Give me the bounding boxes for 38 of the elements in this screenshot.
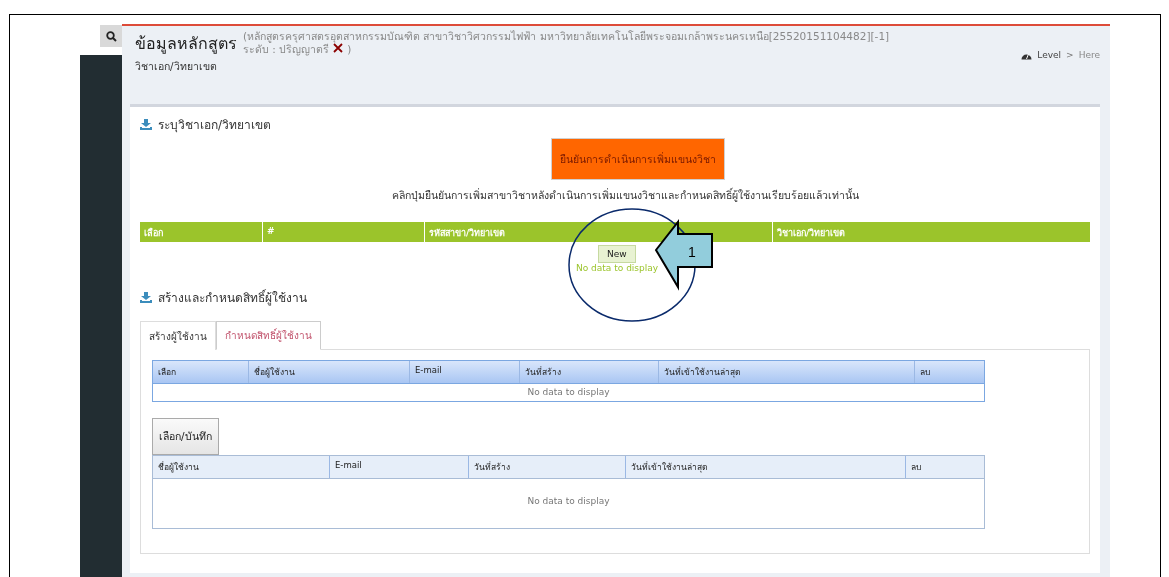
page-subtitle: วิชาเอก/วิทยาเขต <box>135 59 218 74</box>
breadcrumb-item[interactable]: Level <box>1037 50 1062 60</box>
column-header: E-mail <box>410 361 520 383</box>
column-header: เลือก <box>140 222 263 244</box>
breadcrumb-separator: > <box>1066 50 1074 60</box>
download-icon <box>140 292 152 303</box>
column-header: เลือก <box>153 361 249 383</box>
course-detail: (หลักสูตรครุศาสตรอุตสาหกรรมบัณฑิต สาขาวิชาวิศวกรรมไฟฟ้า มหาวิทยาลัยเทคโนโลยีพระจอมเกล้าพระนครเหนือ[25520151104482][-1] <box>243 30 890 42</box>
column-header: วันที่เข้าใช้งานล่าสุด <box>626 456 906 478</box>
instruction-text: คลิกปุ่มยืนยันการเพิ่มสาขาวิชาหลังดำเนินการเพิ่มแขนงวิชาและกำหนดสิทธิ์ผู้ใช้งานเรียบร้อยแล้วเท่านั้น <box>390 187 860 204</box>
column-header: ลบ <box>910 461 922 474</box>
empty-message: No data to display <box>526 386 611 399</box>
section-heading: ระบุวิชาเอก/วิทยาเขต <box>158 117 272 134</box>
tab[interactable]: สร้างผู้ใช้งาน <box>140 321 216 350</box>
empty-message: No data to display <box>576 263 659 273</box>
search-icon <box>105 30 117 42</box>
column-header: วันที่เข้าใช้งานล่าสุด <box>659 361 915 383</box>
close-paren: ) <box>347 43 352 55</box>
download-icon <box>140 119 152 130</box>
column-header: ชื่อผู้ใช้งาน <box>249 361 410 383</box>
section-heading: สร้างและกำหนดสิทธิ์ผู้ใช้งาน <box>158 288 307 307</box>
column-header: วิชาเอก/วิทยาเขต <box>776 227 847 240</box>
column-header: E-mail <box>330 456 469 478</box>
save-button[interactable]: เลือก/บันทึก <box>152 418 219 455</box>
tab[interactable]: กำหนดสิทธิ์ผู้ใช้งาน <box>216 321 321 350</box>
column-header: ชื่อผู้ใช้งาน <box>153 456 330 478</box>
column-header: วันที่สร้าง <box>520 361 659 383</box>
breadcrumb-item: Here <box>1078 50 1100 60</box>
page-title: ข้อมูลหลักสูตร <box>135 33 237 56</box>
close-icon[interactable] <box>332 43 345 53</box>
column-header: ลบ <box>919 366 931 379</box>
new-button[interactable]: New <box>598 245 636 263</box>
empty-message: No data to display <box>526 495 611 508</box>
confirm-button[interactable]: ยืนยันการดำเนินการเพิ่มแขนงวิชา <box>551 138 725 180</box>
search-button[interactable] <box>100 25 122 47</box>
level-label: ระดับ : ปริญญาตรี <box>243 43 330 55</box>
column-header: วันที่สร้าง <box>469 456 626 478</box>
column-header: # <box>263 222 425 244</box>
